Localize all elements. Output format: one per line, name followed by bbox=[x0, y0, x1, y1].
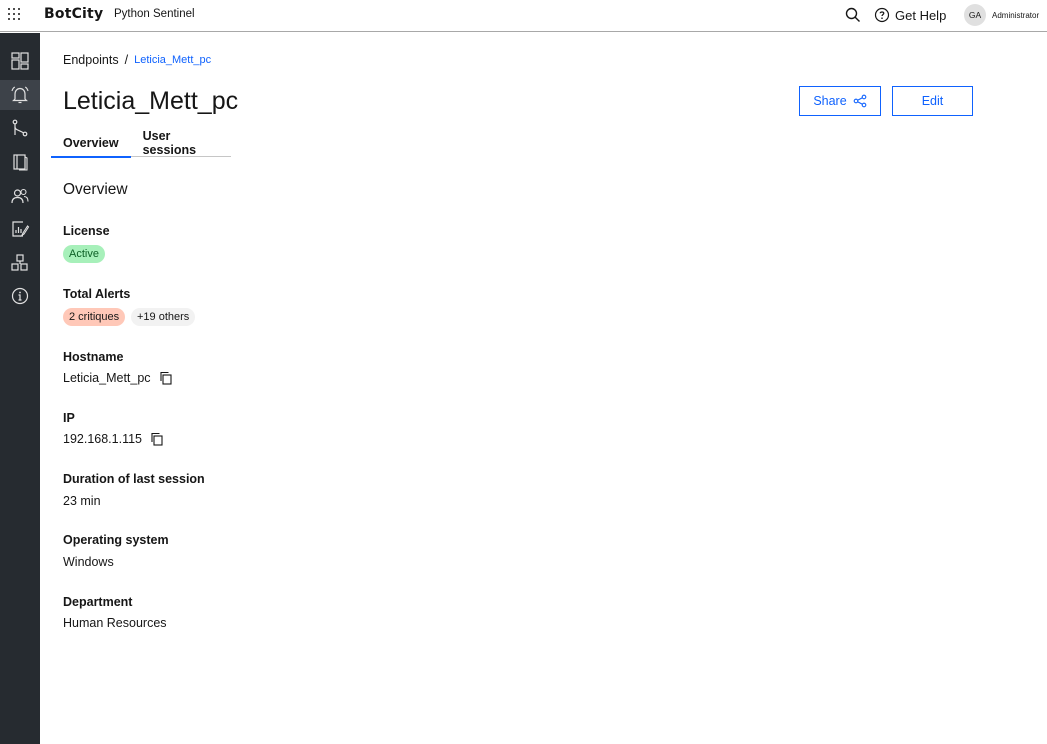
share-icon bbox=[853, 94, 867, 108]
critical-alerts-badge[interactable]: 2 critiques bbox=[63, 308, 126, 326]
alerts-icon bbox=[11, 86, 29, 104]
workflow-icon bbox=[12, 119, 28, 137]
license-status-badge: Active bbox=[63, 245, 105, 263]
dashboard-icon bbox=[11, 52, 29, 70]
sidebar-item-apps[interactable] bbox=[0, 248, 40, 278]
ip-value: 192.168.1.115 bbox=[63, 432, 143, 446]
page-title: Leticia_Mett_pc bbox=[63, 87, 239, 115]
avatar: GA bbox=[964, 4, 986, 26]
sidebar-item-alerts[interactable] bbox=[0, 80, 40, 110]
duration-label: Duration of last session bbox=[63, 472, 205, 486]
get-help-label: Get Help bbox=[895, 7, 947, 23]
product-name: Python Sentinel bbox=[114, 8, 195, 20]
help-icon bbox=[874, 7, 890, 23]
share-button[interactable]: Share bbox=[799, 86, 881, 116]
user-menu[interactable]: GA Administrator bbox=[964, 4, 1039, 26]
breadcrumb-current[interactable]: Leticia_Mett_pc bbox=[134, 54, 211, 66]
hostname-value: Leticia_Mett_pc bbox=[63, 371, 151, 385]
ip-label: IP bbox=[63, 411, 75, 425]
get-help-button[interactable]: Get Help bbox=[874, 6, 946, 24]
breadcrumb-endpoints[interactable]: Endpoints bbox=[63, 53, 119, 67]
other-alerts-badge[interactable]: +19 others bbox=[131, 308, 196, 326]
search-icon[interactable] bbox=[844, 6, 862, 24]
os-value: Windows bbox=[63, 555, 114, 569]
department-label: Department bbox=[63, 595, 133, 609]
sidebar-item-library[interactable] bbox=[0, 147, 40, 177]
info-icon bbox=[11, 287, 29, 305]
sidebar-item-dashboard[interactable] bbox=[0, 46, 40, 76]
apps-icon bbox=[11, 254, 28, 271]
duration-value: 23 min bbox=[63, 494, 101, 508]
copy-ip-icon[interactable] bbox=[150, 432, 164, 446]
sidebar-item-info[interactable] bbox=[0, 281, 40, 311]
tab-user-sessions[interactable]: User sessions bbox=[131, 129, 231, 157]
tab-overview[interactable]: Overview bbox=[51, 129, 131, 158]
license-label: License bbox=[63, 224, 110, 238]
breadcrumb: Endpoints / Leticia_Mett_pc bbox=[63, 53, 211, 67]
breadcrumb-separator: / bbox=[124, 53, 129, 67]
brand-logo[interactable]: BotCity bbox=[44, 6, 103, 22]
hostname-label: Hostname bbox=[63, 350, 124, 364]
copy-hostname-icon[interactable] bbox=[159, 371, 173, 385]
main-content: Endpoints / Leticia_Mett_pc Leticia_Mett… bbox=[40, 33, 1047, 744]
tab-bar: Overview User sessions bbox=[51, 129, 231, 158]
sidebar-item-users[interactable] bbox=[0, 181, 40, 211]
app-switcher-icon[interactable] bbox=[8, 8, 22, 22]
section-title: Overview bbox=[63, 181, 128, 198]
sidebar-item-workflow[interactable] bbox=[0, 113, 40, 143]
edit-button[interactable]: Edit bbox=[892, 86, 973, 116]
department-value: Human Resources bbox=[63, 616, 167, 630]
top-bar: BotCity Python Sentinel Get Help GA Admi… bbox=[0, 0, 1047, 32]
share-button-label: Share bbox=[813, 94, 847, 108]
total-alerts-label: Total Alerts bbox=[63, 287, 131, 301]
report-icon bbox=[12, 221, 30, 238]
side-rail bbox=[0, 33, 40, 744]
library-icon bbox=[13, 154, 28, 171]
os-label: Operating system bbox=[63, 533, 169, 547]
ip-value-row: 192.168.1.115 bbox=[63, 432, 164, 446]
sidebar-item-reports[interactable] bbox=[0, 214, 40, 244]
users-icon bbox=[11, 188, 29, 204]
hostname-value-row: Leticia_Mett_pc bbox=[63, 371, 173, 385]
user-role: Administrator bbox=[992, 10, 1040, 20]
